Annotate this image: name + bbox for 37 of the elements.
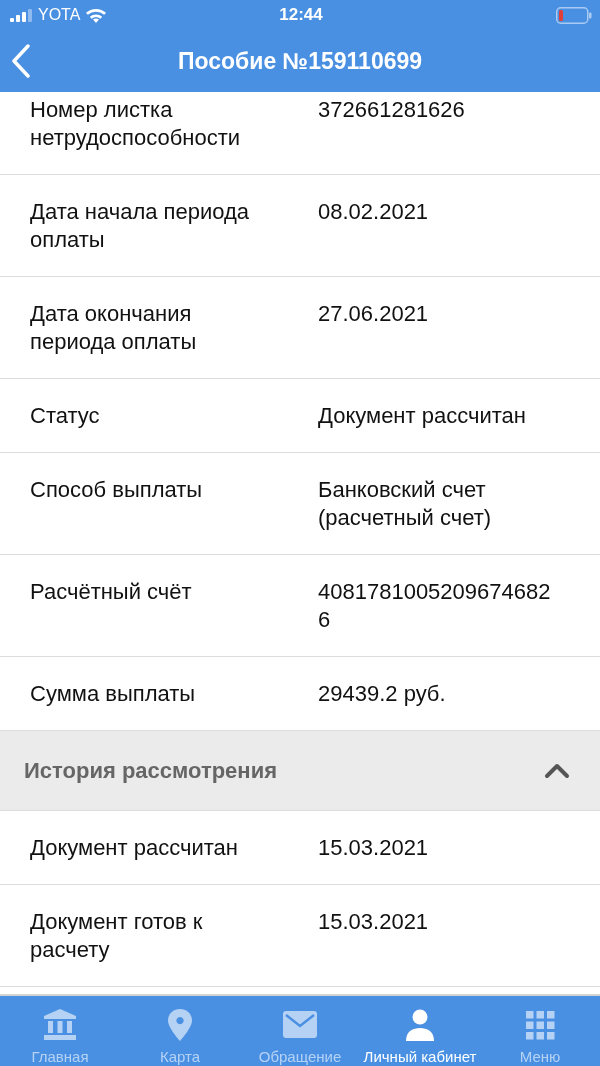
field-value: 27.06.2021 bbox=[318, 300, 430, 328]
section-title: История рассмотрения bbox=[24, 757, 277, 784]
person-icon bbox=[403, 1009, 437, 1041]
field-label: Номер листка нетрудоспособности bbox=[30, 96, 242, 152]
section-header[interactable]: История рассмотрения bbox=[0, 731, 600, 811]
clock-time: 12:44 bbox=[279, 5, 323, 25]
tab-bar-item[interactable]: Меню bbox=[480, 996, 600, 1066]
grid-icon bbox=[523, 1009, 557, 1041]
field-label: Расчётный счёт bbox=[30, 578, 193, 606]
field-label: Способ выплаты bbox=[30, 476, 204, 504]
tab-bar-item[interactable]: Обращение bbox=[240, 996, 360, 1066]
field-value: 29439.2 руб. bbox=[318, 680, 447, 708]
field-value: Банковский счет (расчетный счет) bbox=[318, 476, 493, 532]
field-label: Дата окончания периода оплаты bbox=[30, 300, 198, 356]
field-value: 15.03.2021 bbox=[318, 908, 430, 936]
signal-icon bbox=[10, 8, 32, 22]
field-label: Сумма выплаты bbox=[30, 680, 197, 708]
field-label: Статус bbox=[30, 402, 101, 430]
field-value: 40817810052096746826 bbox=[318, 578, 552, 634]
chevron-up-icon[interactable] bbox=[544, 762, 570, 779]
field-value: Документ рассчитан bbox=[318, 402, 527, 430]
field-label: Документ рассчитан bbox=[30, 834, 239, 862]
field-label: Документ готов к расчету bbox=[30, 908, 204, 964]
field-label: Дата начала периода оплаты bbox=[30, 198, 251, 254]
tab-bar-item[interactable]: Личный кабинет bbox=[360, 996, 480, 1066]
field-value: 08.02.2021 bbox=[318, 198, 430, 226]
bank-building-icon bbox=[43, 1009, 77, 1041]
field-value: 372661281626 bbox=[318, 96, 466, 124]
tab-bar-item[interactable]: Карта bbox=[120, 996, 240, 1066]
screen-title: Пособие №159110699 bbox=[176, 47, 424, 75]
wifi-icon bbox=[86, 7, 107, 23]
envelope-icon bbox=[283, 1009, 317, 1041]
tab-bar-item[interactable]: Главная bbox=[0, 996, 120, 1066]
battery-icon bbox=[556, 6, 592, 24]
field-value: 15.03.2021 bbox=[318, 834, 430, 862]
carrier-name: YOTA bbox=[38, 6, 81, 24]
back-icon[interactable] bbox=[11, 44, 31, 78]
